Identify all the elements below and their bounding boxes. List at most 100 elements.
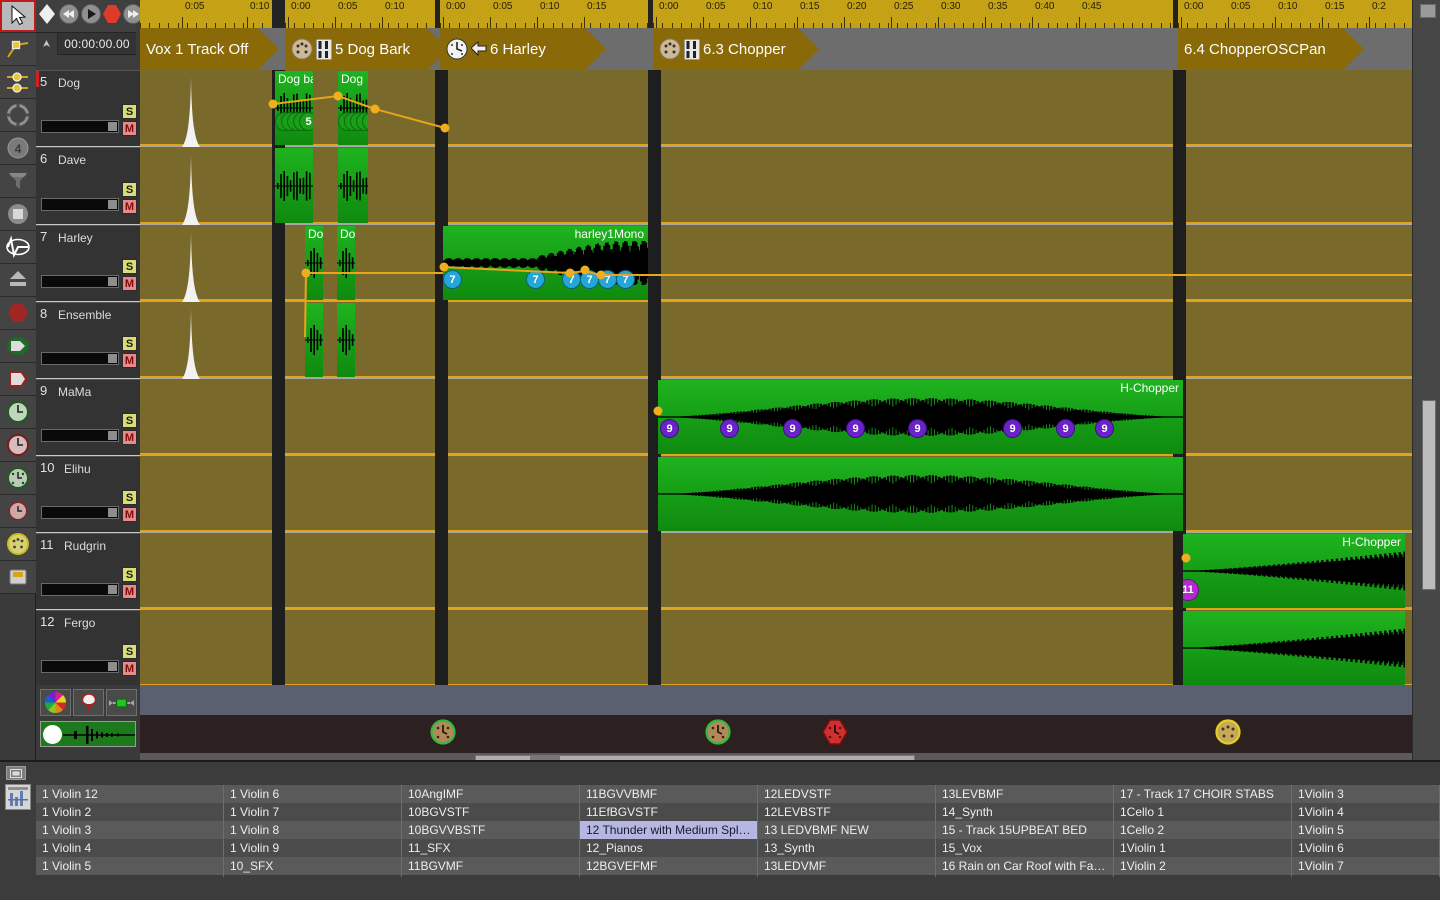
clip-dave-bark-1[interactable] — [275, 148, 313, 223]
network-port-tool[interactable] — [0, 561, 36, 594]
play-button[interactable] — [80, 0, 102, 33]
title-harley[interactable]: 6 Harley — [440, 28, 585, 70]
clip-ens-do-2[interactable] — [337, 303, 355, 377]
fader-knob[interactable] — [108, 277, 117, 286]
mute-button[interactable]: M — [122, 276, 137, 291]
list-item[interactable]: 11BGVVBMF — [580, 785, 757, 803]
clip-harley-mono[interactable]: harley1Mono777777 — [443, 226, 648, 300]
red-flag-tool[interactable] — [0, 363, 36, 396]
crosshair-tool[interactable] — [0, 99, 36, 132]
list-item[interactable]: 1Violin 6 — [1292, 839, 1439, 857]
track-lane-dog[interactable] — [140, 70, 1412, 147]
fader-knob[interactable] — [108, 200, 117, 209]
clip-marker-badge[interactable]: 7 — [616, 270, 635, 289]
volume-fader[interactable] — [41, 275, 119, 288]
browser-column-2[interactable]: 1 Violin 61 Violin 71 Violin 81 Violin 9… — [224, 785, 402, 877]
yellow-midi-tool[interactable] — [0, 528, 36, 561]
clip-mama-hchopper[interactable]: H-Chopper99999999 — [658, 380, 1183, 454]
playhead-arrow-icon[interactable] — [36, 33, 58, 55]
list-item[interactable]: 13 LEDVBMF NEW — [758, 821, 935, 839]
timecode-display[interactable]: 00:00:00.00 — [58, 33, 136, 55]
vertical-scrollbar[interactable] — [1412, 0, 1440, 760]
clip-dave-bark-2[interactable] — [338, 148, 368, 223]
clip-marker-badge[interactable]: 7 — [443, 270, 462, 289]
track-header-fergo[interactable]: 12FergoSM — [36, 610, 140, 687]
fader-knob[interactable] — [108, 122, 117, 131]
list-item[interactable]: 12LEVBSTF — [758, 803, 935, 821]
list-item[interactable]: 16 Rain on Car Roof with Fa… — [936, 857, 1113, 875]
scroll-resize-button[interactable] — [1420, 4, 1436, 18]
fader-knob[interactable] — [108, 431, 117, 440]
marker-pin-button[interactable] — [73, 689, 104, 716]
mute-button[interactable]: M — [122, 430, 137, 445]
list-item[interactable]: 10AngIMF — [402, 785, 579, 803]
list-item[interactable]: 13LEDVMF — [758, 857, 935, 875]
list-item[interactable]: 17 - Track 17 CHOIR STABS — [1114, 785, 1291, 803]
mute-button[interactable]: M — [122, 121, 137, 136]
ruler-dogbark[interactable]: 0:000:050:10 — [285, 0, 435, 28]
clip-marker-badge[interactable]: 9 — [1056, 419, 1075, 438]
list-item[interactable]: 1 Violin 7 — [224, 803, 401, 821]
track-name[interactable]: Dog — [58, 76, 80, 90]
stop-tool[interactable] — [0, 198, 36, 231]
list-item[interactable]: 15 - Track 15UPBEAT BED — [936, 821, 1113, 839]
track-name[interactable]: Elihu — [64, 462, 91, 476]
scrub-tool[interactable] — [0, 231, 36, 264]
list-item[interactable]: 12 Thunder with Medium Spl… — [580, 821, 757, 839]
vertical-scroll-thumb[interactable] — [1422, 400, 1436, 590]
volume-fader[interactable] — [41, 506, 119, 519]
record-arm-indicator[interactable] — [36, 71, 39, 87]
marker-lane-upper[interactable] — [140, 685, 1412, 715]
list-item[interactable]: 11EfBGVSTF — [580, 803, 757, 821]
red-clock-tool[interactable] — [0, 429, 36, 462]
browser-column-5[interactable]: 12LEDVSTF12LEVBSTF13 LEDVBMF NEW13_Synth… — [758, 785, 936, 877]
clip-marker-badge[interactable]: 9 — [1003, 419, 1022, 438]
mute-button[interactable]: M — [122, 584, 137, 599]
list-item[interactable]: 12_Pianos — [580, 839, 757, 857]
list-item[interactable]: 1 Violin 8 — [224, 821, 401, 839]
list-item[interactable]: 1Violin 3 — [1292, 785, 1439, 803]
track-lane-harley[interactable] — [140, 225, 1412, 302]
marker-chopperoscpan[interactable] — [1215, 719, 1241, 745]
browser-list-grid[interactable]: 1 Violin 121 Violin 21 Violin 31 Violin … — [36, 785, 1440, 877]
clip-marker-badge[interactable]: 9 — [783, 419, 802, 438]
mute-button[interactable]: M — [122, 353, 137, 368]
clip-marker-badge[interactable]: 7 — [562, 270, 581, 289]
ruler-vox1[interactable]: 0:050:10 — [140, 0, 272, 28]
solo-button[interactable]: S — [122, 259, 137, 274]
track-name[interactable]: Ensemble — [58, 308, 111, 322]
track-lane-dave[interactable] — [140, 147, 1412, 225]
list-item[interactable]: 10BGVVBSTF — [402, 821, 579, 839]
ruler-chopper[interactable]: 0:000:050:100:150:200:250:300:350:400:45 — [653, 0, 1173, 28]
clip-harley-do-2[interactable]: Do — [337, 226, 355, 300]
browser-column-7[interactable]: 17 - Track 17 CHOIR STABS1Cello 11Cello … — [1114, 785, 1292, 877]
volume-fader[interactable] — [41, 352, 119, 365]
browser-column-1[interactable]: 1 Violin 121 Violin 21 Violin 31 Violin … — [36, 785, 224, 877]
list-item[interactable]: 11BGVMF — [402, 857, 579, 875]
track-header-dog[interactable]: 5DogSM — [36, 70, 140, 147]
green-clock-tool[interactable] — [0, 396, 36, 429]
track-name[interactable]: MaMa — [58, 385, 91, 399]
list-item[interactable]: 13LEVBMF — [936, 785, 1113, 803]
track-name[interactable]: Fergo — [64, 616, 95, 630]
pointer-tool[interactable] — [0, 0, 36, 33]
list-item[interactable]: 1 Violin 3 — [36, 821, 223, 839]
list-item[interactable]: 1 Violin 2 — [36, 803, 223, 821]
title-chopper[interactable]: 6.3 Chopper — [653, 28, 798, 70]
list-item[interactable]: 1 Violin 12 — [36, 785, 223, 803]
clip-marker-badge[interactable]: 9 — [908, 419, 927, 438]
ruler-harley[interactable]: 0:000:050:100:15 — [440, 0, 648, 28]
list-item[interactable]: 12LEDVSTF — [758, 785, 935, 803]
rewind-button[interactable] — [58, 0, 80, 33]
list-item[interactable]: 1Violin 4 — [1292, 803, 1439, 821]
solo-button[interactable]: S — [122, 644, 137, 659]
clip-fergo-hchopper[interactable] — [1183, 611, 1405, 685]
track-lane-ensemble[interactable] — [140, 302, 1412, 379]
marker-chopper-start[interactable] — [705, 719, 731, 745]
track-header-mama[interactable]: 9MaMaSM — [36, 379, 140, 456]
go-marker-tool[interactable] — [0, 330, 36, 363]
mute-button[interactable]: M — [122, 507, 137, 522]
clip-marker-badge[interactable]: 7 — [526, 270, 545, 289]
list-item[interactable]: 1Violin 5 — [1292, 821, 1439, 839]
track-name[interactable]: Dave — [58, 153, 86, 167]
